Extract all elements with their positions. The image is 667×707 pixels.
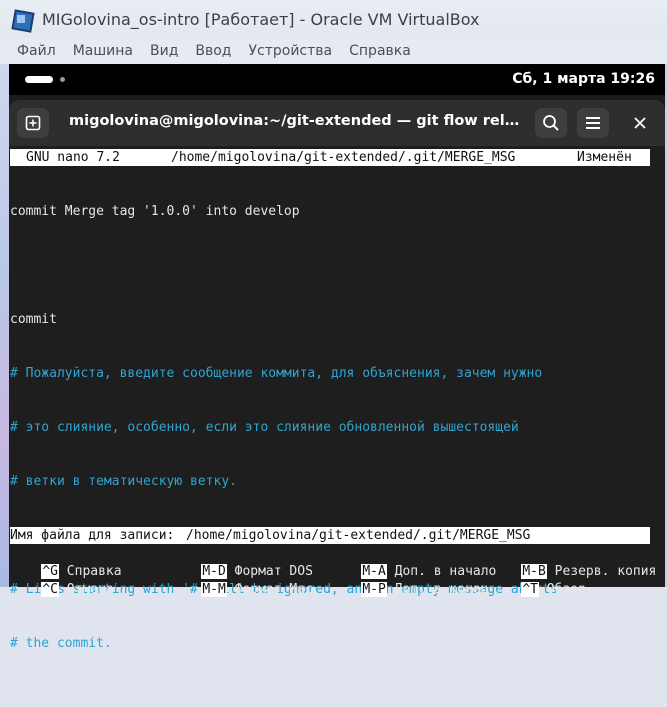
shortcut-key: ^C (41, 582, 59, 597)
nano-title-bar: GNU nano 7.2 /home/migolovina/git-extend… (10, 149, 650, 166)
shortcut-label: Обзор (546, 582, 586, 597)
vbox-title-bar: MIGolovina_os-intro [Работает] - Oracle … (0, 0, 667, 38)
terminal-header-bar: migolovina@migolovina:~/git-extended — g… (9, 100, 665, 146)
workspace-indicator-active[interactable] (25, 76, 53, 83)
nano-modified-state: Изменён (577, 150, 632, 165)
window-title: MIGolovina_os-intro [Работает] - Oracle … (42, 9, 480, 29)
search-button[interactable] (535, 108, 567, 138)
menu-input[interactable]: Ввод (195, 43, 231, 59)
shortcut-mac-format[interactable]: M-M Формат Mac (170, 563, 313, 617)
shortcut-key: M-M (201, 582, 227, 597)
menu-help[interactable]: Справка (349, 43, 411, 59)
shortcut-label: Формат Mac (234, 582, 313, 597)
hamburger-icon (586, 117, 600, 129)
clock[interactable]: Сб, 1 марта 19:26 (512, 71, 655, 87)
close-button[interactable] (629, 112, 651, 134)
hamburger-menu-button[interactable] (577, 108, 609, 138)
shortcut-cancel[interactable]: ^C Отмена (10, 563, 114, 617)
terminal-title: migolovina@migolovina:~/git-extended — g… (69, 113, 524, 129)
virtualbox-icon (10, 8, 35, 33)
shortcut-append[interactable]: M-P Доп. в конец (330, 563, 489, 617)
search-icon (543, 115, 559, 131)
workspace-indicator-dot[interactable] (60, 77, 65, 82)
menu-file[interactable]: Файл (17, 43, 56, 59)
editor-comment-line: # the commit. (10, 636, 112, 651)
shortcut-key: M-P (361, 582, 387, 597)
shortcut-browse[interactable]: ^T Обзор (490, 563, 586, 617)
editor-comment-line: # Пожалуйста, введите сообщение коммита,… (10, 366, 543, 381)
editor-comment-line: # это слияние, особенно, если это слияни… (10, 420, 519, 435)
menu-devices[interactable]: Устройства (249, 43, 333, 59)
close-icon (634, 117, 646, 129)
editor-comment-line: # ветки в тематическую ветку. (10, 474, 237, 489)
shortcut-label: Доп. в конец (394, 582, 489, 597)
menu-machine[interactable]: Машина (73, 43, 133, 59)
prompt-label: Имя файла для записи: (10, 528, 183, 543)
vbox-menu-bar: Файл Машина Вид Ввод Устройства Справка (0, 38, 667, 64)
nano-shortcut-bar: ^G Справка M-D Формат DOS M-A Доп. в нач… (10, 545, 656, 597)
nano-file-path: /home/migolovina/git-extended/.git/MERGE… (171, 150, 516, 165)
new-tab-button[interactable] (17, 108, 49, 138)
editor-line: commit (10, 312, 57, 327)
shortcut-label: Отмена (66, 582, 114, 597)
menu-view[interactable]: Вид (150, 43, 178, 59)
save-filename-prompt[interactable]: Имя файла для записи: /home/migolovina/g… (10, 527, 650, 544)
filename-input[interactable]: /home/migolovina/git-extended/.git/MERGE… (186, 527, 530, 545)
shortcut-key: ^T (521, 582, 539, 597)
gnome-top-bar: Сб, 1 марта 19:26 (9, 64, 665, 95)
plus-box-icon (25, 115, 41, 131)
host-desktop-strip (0, 64, 9, 587)
nano-version: GNU nano 7.2 (26, 150, 120, 165)
editor-line: commit Merge tag '1.0.0' into develop (10, 204, 300, 219)
